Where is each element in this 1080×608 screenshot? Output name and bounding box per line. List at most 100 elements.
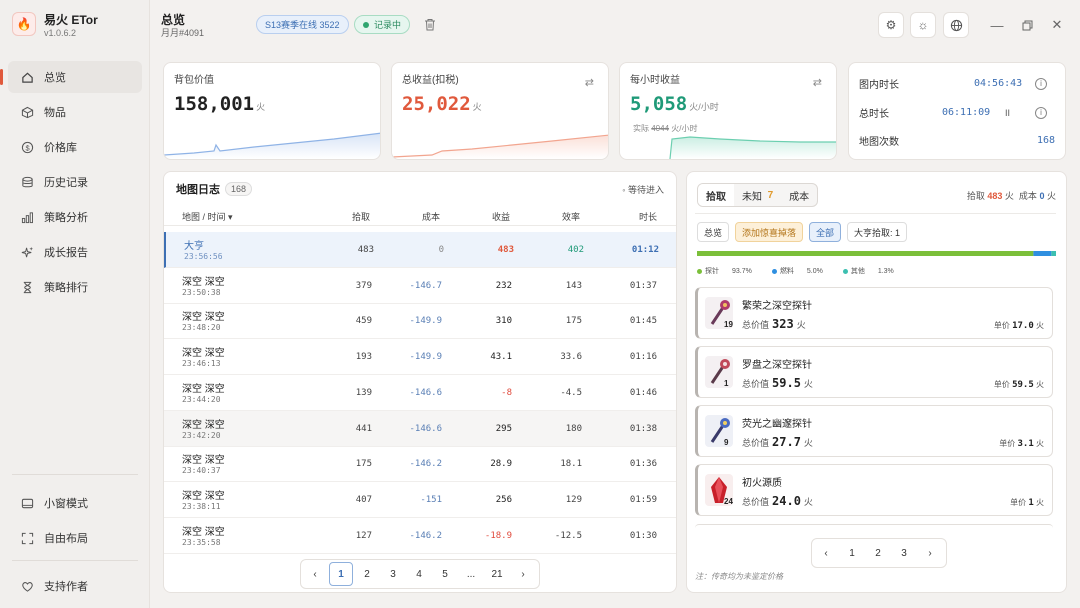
next-page-button[interactable]: › (511, 562, 535, 586)
info-icon[interactable]: i (1035, 77, 1047, 90)
prev-page-button[interactable]: ‹ (814, 541, 838, 565)
drop-item-card[interactable]: 19 繁荣之深空探针 总价值 323 火单价 17.0 火 (695, 287, 1053, 339)
tab-pickup[interactable]: 拾取 (698, 184, 734, 206)
page-button[interactable]: 3 (892, 541, 916, 565)
theme-button[interactable]: ☼ (910, 12, 936, 38)
duration-cell: 01:45 (629, 316, 657, 327)
page-button[interactable]: 5 (433, 562, 457, 586)
prev-page-button[interactable]: ‹ (303, 562, 327, 586)
table-row[interactable]: 深空 深空 23:50:38 379 -146.7 232 143 01:37 (164, 268, 676, 304)
map-time: 23:42:20 (182, 430, 221, 440)
page-button[interactable]: 1 (329, 562, 353, 586)
drop-item-card[interactable]: 9 荧光之幽邃探针 总价值 27.7 火单价 3.1 火 (695, 405, 1053, 457)
table-row[interactable]: 深空 深空 23:40:37 175 -146.2 28.9 18.1 01:36 (164, 446, 676, 483)
minimize-button[interactable]: — (986, 14, 1008, 36)
sidebar-item-items[interactable]: 物品 (8, 96, 142, 128)
sidebar-item-growth-report[interactable]: 成长报告 (8, 236, 142, 268)
income-sparkline (392, 134, 608, 159)
hourly-income-label: 每小时收益 (630, 75, 680, 86)
income-cell: 28.9 (490, 459, 512, 470)
col-cost[interactable]: 成本 (422, 210, 440, 223)
swap-icon[interactable]: ⇄ (585, 76, 594, 89)
legend-pct: 1.3% (877, 267, 894, 275)
sidebar-item-history[interactable]: 历史记录 (8, 166, 142, 198)
hourly-income-unit: 火/小时 (689, 102, 719, 112)
table-row[interactable]: 深空 深空 23:42:20 441 -146.6 295 180 01:38 (164, 410, 676, 447)
pause-button[interactable]: II (1005, 108, 1010, 118)
income-cell: 295 (495, 423, 512, 434)
col-map-time[interactable]: 地图 / 时间 ▾ (182, 210, 233, 223)
pickup-cell: 175 (355, 459, 372, 470)
unit-price-label: 单价 (993, 321, 1010, 330)
col-duration[interactable]: 时长 (639, 210, 657, 223)
probe-fluorescent-icon (704, 414, 734, 448)
tab-unknown-label: 未知 (742, 191, 762, 203)
cost-cell: -146.7 (409, 280, 442, 291)
table-row[interactable]: 深空 深空 23:38:11 407 -151 256 129 01:59 (164, 482, 676, 518)
total-time-label: 总时长 (859, 109, 889, 120)
duration-cell: 01:37 (629, 280, 657, 291)
item-unit-price: 单价 17.0 火 (994, 320, 1044, 331)
next-page-button[interactable]: › (918, 541, 942, 565)
backpack-sparkline (164, 132, 380, 159)
col-pickup[interactable]: 拾取 (352, 210, 370, 223)
window-icon (20, 496, 34, 510)
total-income-card: 总收益(扣税) ⇄ 25,022 火 (391, 62, 609, 160)
sidebar-item-strategy-ranking[interactable]: 策略排行 (8, 271, 142, 303)
total-time-row: 总时长 06:11:09 II i (859, 105, 1059, 120)
sidebar-item-support-author[interactable]: 支持作者 (8, 570, 142, 602)
tab-unknown[interactable]: 未知 7 (734, 184, 781, 206)
sidebar-item-strategy-analysis[interactable]: 策略分析 (8, 201, 142, 233)
table-row[interactable]: 深空 深空 23:35:58 127 -146.2 -18.9 -12.5 01:30 (164, 518, 676, 554)
close-button[interactable]: ✕ (1046, 14, 1068, 36)
maximize-button[interactable] (1016, 14, 1038, 36)
page-button[interactable]: 3 (381, 562, 405, 586)
tab-cost[interactable]: 成本 (781, 184, 817, 206)
drop-item-card[interactable]: 1 罗盘之深空探针 总价值 59.5 火单价 59.5 火 (695, 346, 1053, 398)
summary-cost-value: 0 (1039, 191, 1045, 201)
page-button[interactable]: 4 (407, 562, 431, 586)
income-cell: 310 (495, 316, 512, 327)
drop-item-card[interactable]: 24 初火源质 总价值 24.0 火单价 1 火 (695, 464, 1053, 516)
filter-all[interactable]: 全部 (809, 222, 842, 242)
sidebar-item-free-layout[interactable]: 自由布局 (8, 522, 142, 554)
bar-chart-icon (20, 210, 34, 224)
efficiency-cell: -4.5 (560, 387, 582, 398)
sidebar-item-overview[interactable]: 总览 (0, 61, 142, 93)
recording-status-pill[interactable]: 记录中 (354, 15, 411, 34)
total-unit: 火 (803, 438, 813, 448)
filter-overview[interactable]: 总览 (697, 222, 730, 242)
sidebar-item-mini-window[interactable]: 小窗模式 (8, 487, 142, 519)
filter-add-surprise-drop[interactable]: 添加惊喜掉落 (735, 222, 804, 242)
waiting-status: ◦ 等待进入 (622, 185, 664, 195)
page-button[interactable]: 21 (485, 562, 509, 586)
col-efficiency[interactable]: 效率 (562, 210, 580, 223)
efficiency-cell: 175 (565, 316, 582, 327)
page-button[interactable]: 2 (866, 541, 890, 565)
page-button[interactable]: 2 (355, 562, 379, 586)
table-row[interactable]: 大亨 23:56:56 483 0 483 402 01:12 (164, 232, 676, 268)
table-row[interactable]: 深空 深空 23:46:13 193 -149.9 43.1 33.6 01:16 (164, 339, 676, 376)
language-button[interactable] (943, 12, 969, 38)
col-income[interactable]: 收益 (492, 210, 510, 223)
sidebar-item-label: 策略分析 (44, 212, 88, 224)
swap-icon[interactable]: ⇄ (813, 76, 822, 89)
duration-cell: 01:46 (629, 387, 657, 398)
sidebar-divider (12, 560, 138, 561)
page-button[interactable]: 1 (840, 541, 864, 565)
map-log-panel: 地图日志 168 ◦ 等待进入 地图 / 时间 ▾ 拾取 成本 收益 效率 时长 … (163, 171, 677, 593)
settings-button[interactable]: ⚙ (878, 12, 904, 38)
share-segment (1051, 251, 1056, 256)
table-row[interactable]: 深空 深空 23:48:20 459 -149.9 310 175 01:45 (164, 303, 676, 340)
page-button[interactable]: ... (459, 562, 483, 586)
info-icon[interactable]: i (1035, 106, 1047, 119)
map-time: 23:46:13 (182, 359, 221, 369)
sidebar-item-price-db[interactable]: $ 价格库 (8, 131, 142, 163)
app-version: v1.0.6.2 (44, 28, 77, 38)
table-row[interactable]: 深空 深空 23:44:20 139 -146.6 -8 -4.5 01:46 (164, 375, 676, 411)
map-time: 23:44:20 (182, 394, 221, 404)
trash-icon[interactable] (422, 16, 438, 32)
legend-dot-icon (771, 268, 777, 274)
filter-tycoon-pickup[interactable]: 大亨拾取: 1 (847, 222, 908, 242)
legend-dot-icon (697, 268, 702, 274)
